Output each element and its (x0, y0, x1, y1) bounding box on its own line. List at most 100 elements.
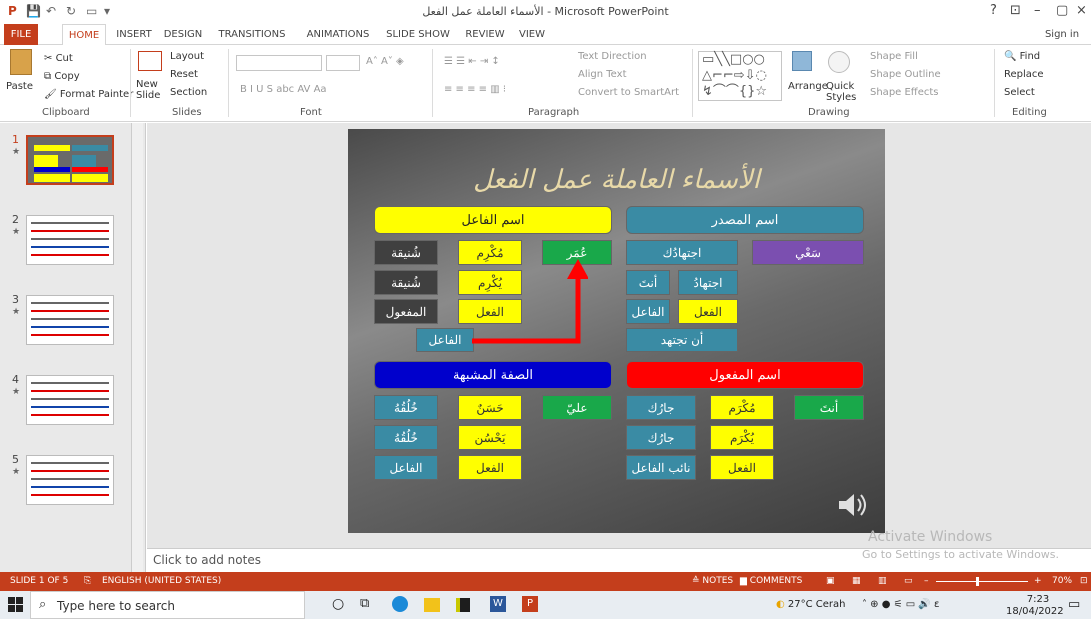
slide-thumbnail-3[interactable] (26, 295, 114, 345)
clock-date[interactable]: 18/04/2022 (1006, 606, 1064, 617)
cell-word[interactable]: اجتهادُك (626, 240, 738, 265)
cell-word[interactable]: جارُك (626, 395, 696, 420)
slide-title[interactable]: الأسماء العاملة عمل الفعل (348, 165, 885, 195)
paste-button[interactable]: Paste (6, 81, 33, 92)
tab-insert[interactable]: INSERT (112, 24, 156, 45)
align-text-button[interactable]: Align Text (578, 69, 627, 80)
paste-icon[interactable] (10, 49, 32, 75)
cell-label[interactable]: نائب الفاعل (626, 455, 696, 480)
cell-word[interactable]: يَحْسُن (458, 425, 522, 450)
cell-word[interactable]: أن تجتهد (626, 328, 738, 352)
language-indicator[interactable]: ENGLISH (UNITED STATES) (102, 576, 221, 586)
normal-view-icon[interactable]: ▣ (826, 576, 835, 586)
cell-word[interactable]: جارُك (626, 425, 696, 450)
cortana-icon[interactable]: ○ (332, 596, 348, 612)
cell-word[interactable]: حَسَنٌ (458, 395, 522, 420)
zoom-level[interactable]: 70% (1052, 576, 1072, 586)
header-active-participle[interactable]: اسم الفاعل (374, 206, 612, 234)
cell-object[interactable]: شُنيقة (374, 240, 438, 265)
taskbar-search-box[interactable]: ⌕ Type here to search (30, 591, 305, 619)
tab-file[interactable]: FILE (4, 24, 38, 45)
cell-word[interactable]: سَعْي (752, 240, 864, 265)
list-buttons[interactable]: ☰ ☰ ⇤ ⇥ ↕ (444, 56, 500, 67)
text-direction-button[interactable]: Text Direction (578, 51, 647, 62)
slide-sorter-icon[interactable]: ▦ (852, 576, 861, 586)
copy-button[interactable]: ⧉ Copy (44, 71, 80, 82)
shapes-gallery[interactable]: ▭╲╲□○○ △⌐⌐⇨⇩◌ ↯⌒⌒{}☆ (698, 51, 782, 101)
cell-label[interactable]: الفاعل (626, 299, 670, 324)
reset-button[interactable]: Reset (170, 69, 198, 80)
maximize-icon[interactable]: ▢ (1056, 3, 1068, 18)
new-slide-button[interactable]: New Slide (136, 79, 168, 101)
slide-thumbnail-5[interactable] (26, 455, 114, 505)
cut-button[interactable]: ✂ Cut (44, 53, 73, 64)
slide-thumbnail-2[interactable] (26, 215, 114, 265)
tab-transitions[interactable]: TRANSITIONS (212, 24, 292, 45)
file-explorer-icon[interactable] (424, 598, 440, 612)
close-icon[interactable]: × (1076, 3, 1087, 18)
zoom-in-button[interactable]: + (1034, 576, 1042, 586)
powerpoint-taskbar-icon[interactable]: P (522, 596, 538, 612)
slide-1[interactable]: الأسماء العاملة عمل الفعل اسم الفاعل اسم… (348, 129, 885, 533)
cell-subject[interactable]: عليّ (542, 395, 612, 420)
align-buttons[interactable]: ≡ ≡ ≡ ≡ ▥ ⁝ (444, 84, 506, 95)
tab-review[interactable]: REVIEW (460, 24, 510, 45)
header-passive-participle[interactable]: اسم المفعول (626, 361, 864, 389)
tab-slideshow[interactable]: SLIDE SHOW (382, 24, 454, 45)
font-size-select[interactable] (326, 55, 360, 71)
sign-in-link[interactable]: Sign in (1042, 24, 1082, 45)
zoom-out-button[interactable]: – (924, 576, 929, 586)
tab-view[interactable]: VIEW (514, 24, 550, 45)
cell-label[interactable]: الفاعل (374, 455, 438, 480)
cell-word[interactable]: يُكْرَم (710, 425, 774, 450)
shape-fill-button[interactable]: Shape Fill (870, 51, 918, 62)
layout-button[interactable]: Layout (170, 51, 204, 62)
task-view-icon[interactable]: ⧉ (360, 596, 376, 612)
cell-word[interactable]: خُلُقُهُ (374, 395, 438, 420)
speaker-icon[interactable] (836, 491, 870, 519)
select-button[interactable]: Select (1004, 87, 1035, 98)
font-family-select[interactable] (236, 55, 322, 71)
shape-effects-button[interactable]: Shape Effects (870, 87, 938, 98)
zoom-slider[interactable] (936, 581, 1028, 582)
cell-label[interactable]: الفعل (710, 455, 774, 480)
section-button[interactable]: Section (170, 87, 207, 98)
new-slide-icon[interactable] (138, 51, 162, 71)
thumbnails-scrollbar[interactable] (131, 123, 143, 572)
cell-label[interactable]: الفاعل (416, 328, 474, 352)
tab-animations[interactable]: ANIMATIONS (300, 24, 376, 45)
arrange-button[interactable]: Arrange (788, 81, 828, 92)
tab-design[interactable]: DESIGN (160, 24, 206, 45)
minimize-icon[interactable]: – (1034, 3, 1041, 18)
font-style-buttons[interactable]: B I U S abc AV Aa (240, 84, 327, 95)
notification-icon[interactable]: ▭ (1068, 597, 1080, 612)
edge-icon[interactable] (392, 596, 408, 612)
spellcheck-icon[interactable]: ⎘ (84, 576, 91, 586)
windows-start-icon[interactable] (8, 597, 24, 613)
cell-word[interactable]: اجتهادُ (678, 270, 738, 295)
shape-outline-button[interactable]: Shape Outline (870, 69, 941, 80)
system-tray-icons[interactable]: ˄ ⊕ ● ⚟ ▭ 🔊 ε (862, 599, 939, 610)
notes-placeholder[interactable]: Click to add notes (153, 553, 261, 567)
font-size-controls[interactable]: A˄ A˅ ◈ (366, 56, 404, 67)
header-adjective[interactable]: الصفة المشبهة (374, 361, 612, 389)
header-verbal-noun[interactable]: اسم المصدر (626, 206, 864, 234)
fit-slide-icon[interactable]: ⊡ (1080, 576, 1088, 586)
cell-word[interactable]: خُلُقُهُ (374, 425, 438, 450)
reading-view-icon[interactable]: ▥ (878, 576, 887, 586)
cell-word[interactable]: مُكْرَم (710, 395, 774, 420)
ribbon-display-icon[interactable]: ⊡ (1010, 3, 1021, 18)
zoom-slider-thumb[interactable] (976, 577, 979, 586)
weather-widget[interactable]: ◐ 27°C Cerah (776, 599, 846, 610)
clock-time[interactable]: 7:23 (1018, 594, 1058, 605)
find-button[interactable]: 🔍 Find (1004, 51, 1040, 62)
slideshow-view-icon[interactable]: ▭ (904, 576, 913, 586)
slide-thumbnail-4[interactable] (26, 375, 114, 425)
quick-styles-button[interactable]: Quick Styles (826, 81, 856, 103)
word-icon[interactable]: W (490, 596, 506, 612)
format-painter-button[interactable]: 🖌 Format Painter (44, 89, 133, 100)
comments-button[interactable]: ▆ COMMENTS (740, 576, 802, 586)
convert-smartart-button[interactable]: Convert to SmartArt (578, 87, 679, 98)
notes-button[interactable]: ≙ NOTES (692, 576, 733, 586)
slide-thumbnail-1[interactable] (26, 135, 114, 185)
